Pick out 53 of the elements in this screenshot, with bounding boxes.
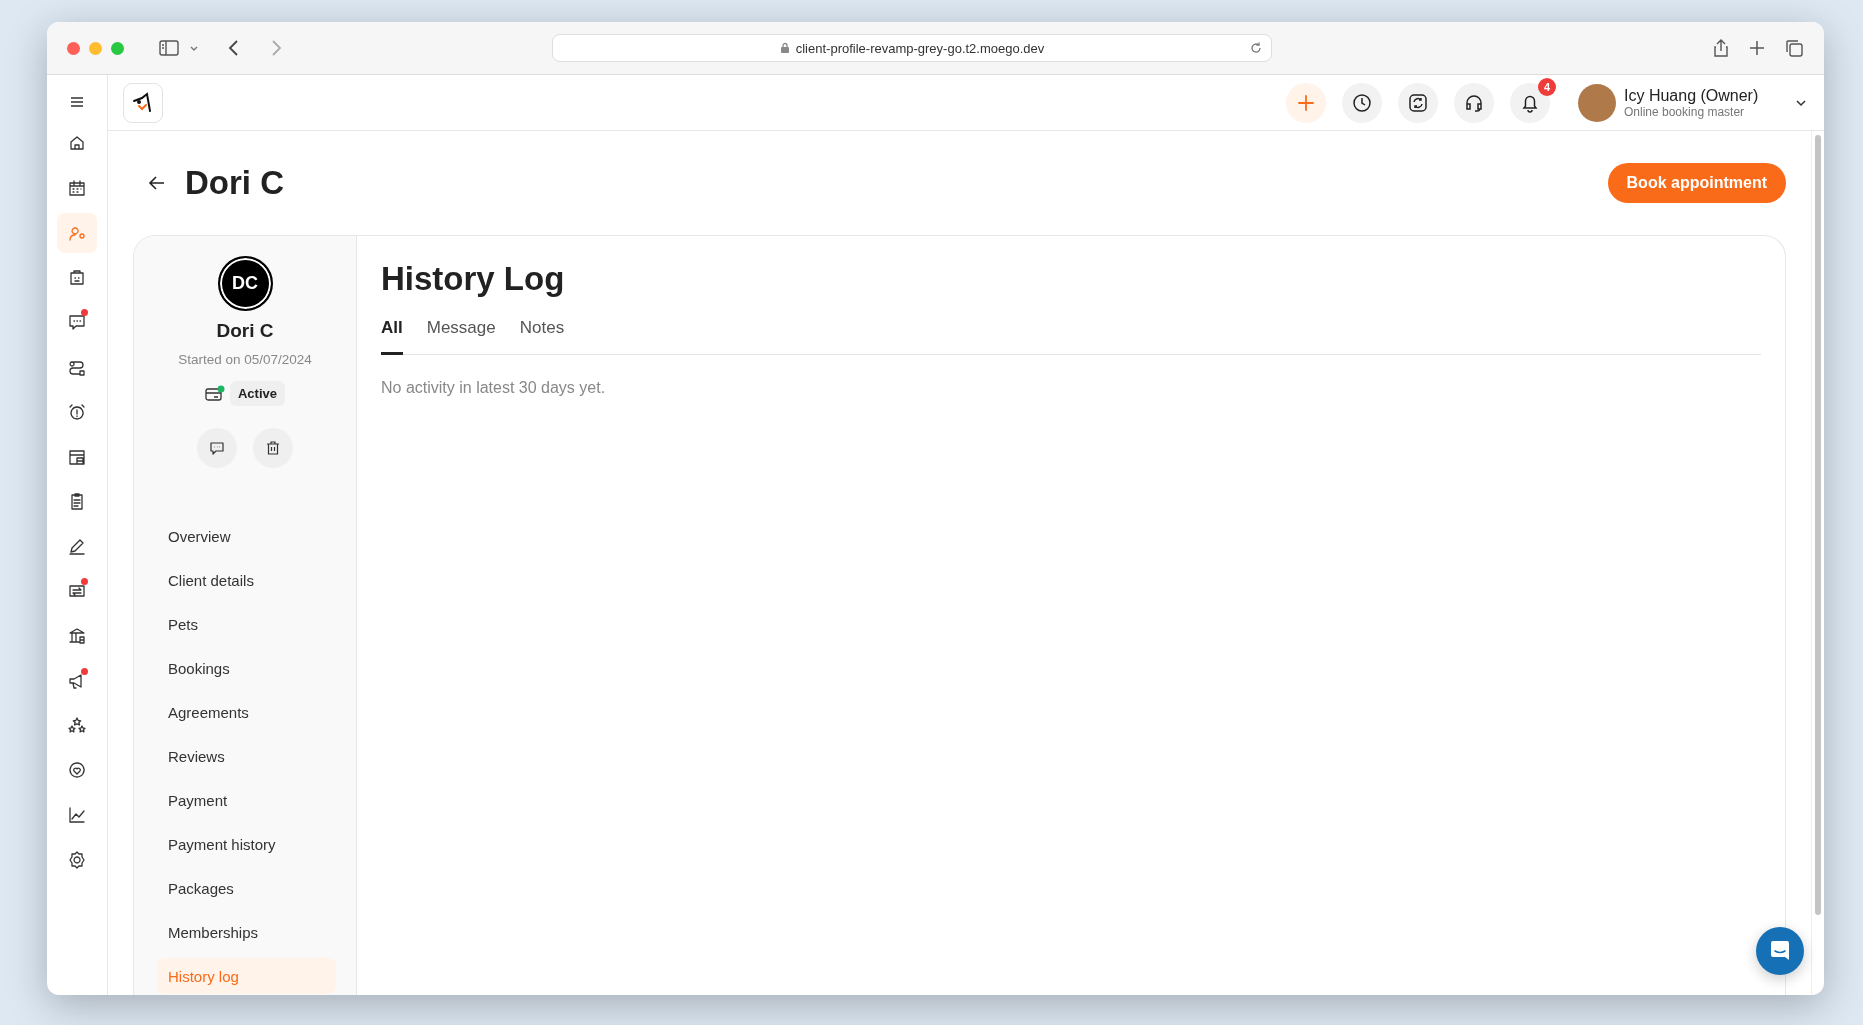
profile-menu-item[interactable]: Payment history [157, 826, 336, 862]
tabs-overview-icon[interactable] [1784, 38, 1804, 58]
message-button[interactable] [197, 428, 237, 468]
client-name: Dori C [216, 320, 274, 342]
profile-menu-item[interactable]: Client details [157, 562, 336, 598]
lock-icon [779, 42, 790, 54]
address-bar[interactable]: client-profile-revamp-grey-go.t2.moego.dev [552, 34, 1272, 62]
menu-icon[interactable] [69, 95, 85, 109]
user-avatar[interactable] [1578, 83, 1616, 122]
settings-icon [67, 849, 87, 870]
start-date: Started on 05/07/2024 [178, 352, 312, 367]
profile-menu-item[interactable]: Memberships [157, 914, 336, 950]
heart-face-icon [67, 760, 87, 781]
sidebar-toggle-icon[interactable] [158, 39, 180, 57]
user-name: Icy Huang (Owner) [1624, 86, 1760, 105]
sync-button[interactable] [1398, 82, 1438, 123]
trash-icon [265, 440, 281, 456]
close-window-button[interactable] [67, 41, 80, 55]
bag-icon [67, 267, 87, 288]
share-icon[interactable] [1712, 38, 1730, 58]
profile-menu-item[interactable]: Reviews [157, 738, 336, 774]
chat-bubble-icon [209, 440, 225, 456]
scrollbar-thumb[interactable] [1815, 135, 1821, 915]
status-tag: Active [230, 381, 285, 406]
tab[interactable]: All [381, 318, 403, 355]
profile-menu-item[interactable]: Agreements [157, 694, 336, 730]
tab[interactable]: Notes [519, 318, 565, 355]
empty-message: No activity in latest 30 days yet. [381, 379, 607, 397]
clock-button[interactable] [1342, 82, 1382, 123]
tab[interactable]: Message [426, 318, 496, 355]
profile-menu-item[interactable]: Overview [157, 518, 336, 554]
profile-menu-item[interactable]: Pets [157, 606, 336, 642]
chat-support-button[interactable] [1756, 927, 1804, 975]
client-avatar: DC [217, 256, 273, 311]
delete-button[interactable] [253, 428, 293, 468]
sync-icon [1407, 91, 1429, 114]
page-title: Dori C [185, 164, 284, 202]
notifications-button[interactable] [1510, 82, 1550, 123]
headset-button[interactable] [1454, 82, 1494, 123]
reload-icon[interactable] [1249, 41, 1263, 55]
new-tab-icon[interactable] [1748, 39, 1766, 57]
profile-menu-item[interactable]: Payment [157, 782, 336, 818]
user-role: Online booking master [1624, 104, 1746, 119]
logo-icon[interactable] [123, 82, 163, 123]
add-button[interactable] [1286, 82, 1326, 123]
notification-count: 4 [1538, 77, 1556, 96]
clock-icon [1351, 91, 1373, 114]
card-check-icon [205, 384, 225, 403]
section-title: History Log [381, 260, 566, 298]
profile-menu-item[interactable]: Bookings [157, 650, 336, 686]
url-text: client-profile-revamp-grey-go.t2.moego.dev [795, 40, 1045, 56]
plus-icon [1296, 92, 1316, 113]
profile-menu-item[interactable]: Packages [157, 870, 336, 906]
